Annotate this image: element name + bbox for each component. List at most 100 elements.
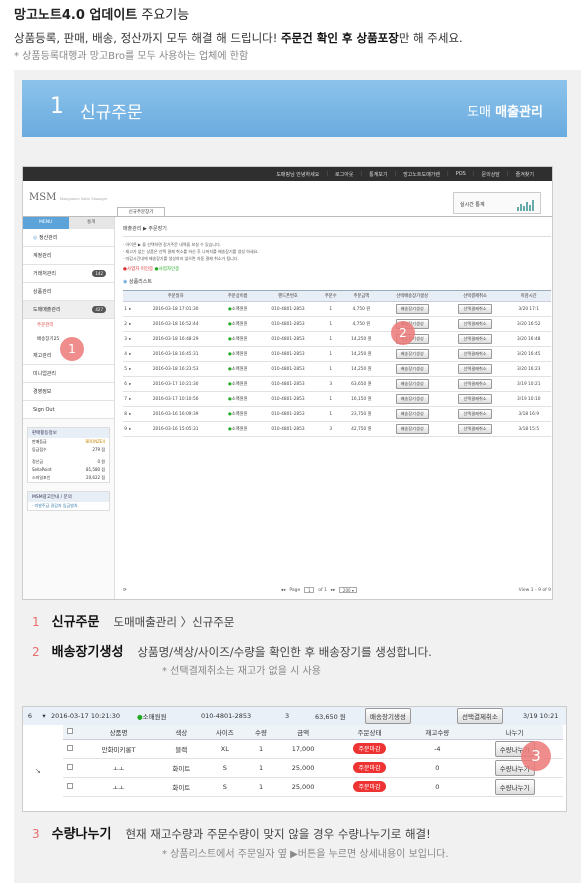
order-date: 2016-03-18 16:45:31	[132, 346, 219, 362]
order-date: 2016-03-18 16:23:53	[132, 361, 219, 377]
step-2-note: * 선택결제취소는 재고가 없을 시 사용	[162, 666, 321, 677]
order-qty: 1	[319, 331, 343, 347]
table-row: 6 ▸ 2016-03-17 10:21:30 ●소매원원 010-4801-2853 3…	[123, 376, 551, 392]
product-name: ㅗㅗ	[77, 777, 160, 797]
order-date: 2016-03-16 16:09:39	[132, 406, 219, 422]
select-all-checkbox[interactable]	[67, 727, 74, 734]
stats-tab[interactable]: 통계	[68, 217, 114, 229]
breadcrumb: 매출관리 ▶ 주문장기	[123, 225, 551, 237]
tree-arrow-icon: ↘	[35, 767, 41, 775]
topnav-wholesale[interactable]: 망고노트도매가렌	[403, 171, 440, 178]
create-shipping-button[interactable]: 배송장기생성	[395, 394, 429, 404]
item-qty: 1	[246, 777, 276, 797]
create-shipping-button[interactable]: 배송장기생성	[395, 379, 429, 389]
cancel-payment-button[interactable]: 선택결제취소	[458, 349, 492, 359]
cancel-payment-button[interactable]: 선택결제취소	[458, 364, 492, 374]
deadline: 3/20 17:1	[506, 301, 551, 317]
section-category: 도매 매출관리	[467, 105, 543, 120]
order-date: 2016-03-16 15:05:31	[132, 421, 219, 437]
view-count: View 1 - 9 of 9	[518, 587, 551, 593]
table-row: ㅗㅗ 화이트 S 1 25,000 주문마감 0 수량나누기	[63, 758, 563, 778]
product-color: 블랙	[159, 739, 204, 759]
topnav-inquiry[interactable]: 문의상담	[482, 171, 500, 178]
create-shipping-button[interactable]: 배송장기생성	[395, 349, 429, 359]
menu-tab[interactable]: MENU	[23, 217, 69, 229]
sidebar-item-miniup[interactable]: 미니업관리	[23, 365, 114, 383]
cancel-payment-button[interactable]: 선택결제취소	[458, 379, 492, 389]
create-shipping-button[interactable]: 배송장기생성	[395, 409, 429, 419]
page-size-select[interactable]: 200 ▾	[339, 587, 358, 593]
row-checkbox[interactable]	[67, 744, 74, 751]
order-qty: 1	[319, 391, 343, 407]
table-row: 7 ▸ 2016-03-17 10:10:56 ●소매원원 010-4801-2853 1…	[123, 391, 551, 407]
realtime-stats-button[interactable]: 실시간 통계	[453, 192, 541, 214]
cancel-payment-button[interactable]: 선택결제취소	[458, 334, 492, 344]
order-amount: 14,250 원	[342, 361, 381, 377]
page-input[interactable]: 1	[304, 587, 315, 593]
create-shipping-button[interactable]: 배송장기생성	[365, 708, 411, 724]
sidebar-item-account[interactable]: 계정관리	[23, 247, 114, 265]
phone: 010-4801-2853	[256, 391, 320, 407]
deadline: 3/18 15:5	[506, 421, 551, 437]
phone: 010-4801-2853	[256, 406, 320, 422]
create-shipping-button[interactable]: 배송장기생성	[395, 364, 429, 374]
table-row: 3 ▸ 2016-03-18 16:48:29 ●소매원원 010-4801-2853 1…	[123, 331, 551, 347]
create-shipping-button[interactable]: 배송장기생성	[395, 304, 429, 314]
order-amount: 23,750 원	[342, 406, 381, 422]
item-qty: 1	[246, 758, 276, 778]
customer-name: ●소매원원	[218, 376, 257, 392]
split-qty-button[interactable]: 수량나누기	[494, 778, 535, 795]
sidebar-item-business[interactable]: 경영정보	[23, 383, 114, 401]
order-date: 2016-03-17 10:10:56	[132, 391, 219, 407]
phone: 010-4801-2853	[256, 361, 320, 377]
pager-icon[interactable]: ⟳	[123, 588, 127, 593]
order-date: 2016-03-18 17:01:30	[132, 301, 219, 317]
prev-page-icon[interactable]: ◂◂	[281, 588, 286, 593]
row-checkbox[interactable]	[67, 782, 74, 789]
step-3-note: * 상품리스트에서 주문일자 옆 ▶버튼을 누르면 상세내용이 보입니다.	[162, 849, 449, 860]
step-3: 3 수량나누기 현재 재고수량과 주문수량이 맞지 않을 경우 수량나누기로 해결!	[32, 827, 431, 842]
orders-column-header: 핸드폰번호	[256, 290, 320, 302]
sidebar-sub-orders[interactable]: 주문관리	[23, 319, 114, 333]
deadline: 3/20 16:45	[506, 346, 551, 362]
orders-column-header: 주문일자	[132, 290, 219, 302]
cancel-payment-button[interactable]: 선택결제취소	[458, 304, 492, 314]
expand-arrow-icon[interactable]: ▾	[37, 712, 51, 720]
top-nav: 도매핑님 안녕하세요 | 로그아웃 | 통계보기 | 망고노트도매가렌 | POS | 문…	[23, 167, 552, 181]
product-color: 화이트	[159, 777, 204, 797]
sidebar-item-sales[interactable]: 도매매출관리 427	[23, 301, 114, 319]
cancel-payment-button[interactable]: 선택결제취소	[458, 424, 492, 434]
table-row: 만화미키롱T 블랙 XL 1 17,000 주문마감 -4 수량나누기	[63, 739, 563, 759]
sidebar-item-signout[interactable]: Sign Out	[23, 401, 114, 419]
app-logo[interactable]: MSM Mangonote Sales Manager	[29, 192, 107, 203]
topnav-stats[interactable]: 통계보기	[369, 171, 387, 178]
ad-info-box: MSM광고안내 / 문의 · 미발주급 걸감지 입금발처	[27, 491, 110, 511]
orders-column-header: 선택배송장기생성	[380, 290, 444, 302]
customer-name: ●소매원원	[218, 391, 257, 407]
stock-qty: 0	[408, 777, 467, 797]
detail-column-header: 사이즈	[203, 725, 247, 740]
cancel-payment-button[interactable]: 선택결제취소	[458, 319, 492, 329]
topnav-pos[interactable]: POS	[456, 171, 466, 177]
detail-column-header: 상품명	[77, 725, 160, 740]
topnav-logout[interactable]: 로그아웃	[335, 171, 353, 178]
step-1: 1 신규주문 도매매출관리 〉신규주문	[32, 615, 235, 630]
cancel-payment-button[interactable]: 선택결제취소	[457, 708, 503, 724]
phone: 010-4801-2853	[256, 346, 320, 362]
app-screenshot: 도매핑님 안녕하세요 | 로그아웃 | 통계보기 | 망고노트도매가렌 | POS | 문…	[22, 166, 553, 600]
detail-column-header	[63, 725, 78, 740]
table-row: 4 ▸ 2016-03-18 16:45:31 ●소매원원 010-4801-2853 1…	[123, 346, 551, 362]
orders-column-header: 주문상이름	[218, 290, 257, 302]
section-banner: 1 신규주문 도매 매출관리	[22, 80, 567, 137]
cancel-payment-button[interactable]: 선택결제취소	[458, 409, 492, 419]
row-checkbox[interactable]	[67, 763, 74, 770]
create-shipping-button[interactable]: 배송장기생성	[395, 424, 429, 434]
sidebar-item-products[interactable]: 상품관리	[23, 283, 114, 301]
tab-new-orders[interactable]: 신규주문장기	[117, 207, 165, 216]
sidebar-item-clients[interactable]: 거래처관리 142	[23, 265, 114, 283]
topnav-favorites[interactable]: 즐겨찾기	[516, 171, 534, 178]
next-page-icon[interactable]: ▸▸	[331, 588, 336, 593]
cancel-payment-button[interactable]: 선택결제취소	[458, 394, 492, 404]
customer-name: ●소매원원	[218, 421, 257, 437]
sidebar-item-settlement[interactable]: ◎ 정산관리	[23, 229, 114, 247]
